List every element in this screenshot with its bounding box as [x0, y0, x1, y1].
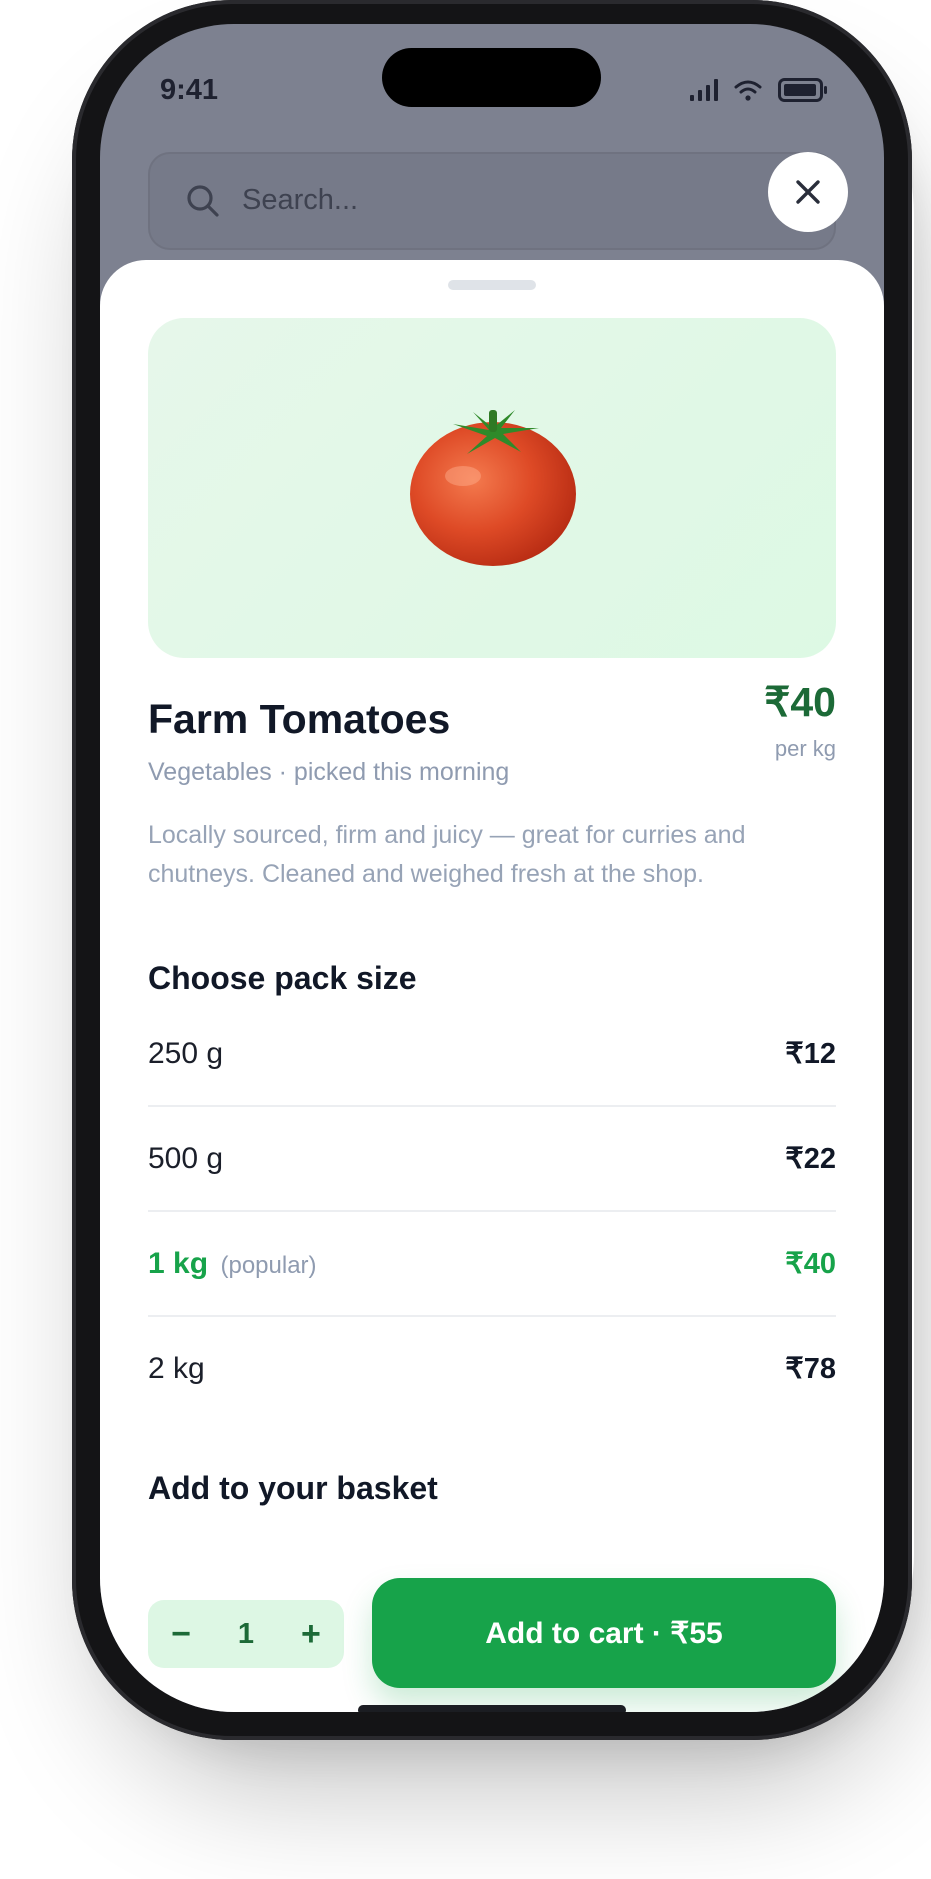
close-icon [796, 180, 820, 204]
tomato-image [410, 410, 576, 566]
pack-label: 500 g [148, 1141, 224, 1175]
pack-size-heading: Choose pack size [148, 960, 417, 996]
increment-button[interactable]: + [278, 1615, 344, 1654]
product-description: Locally sourced, firm and juicy — great … [148, 821, 746, 888]
basket-heading: Add to your basket [148, 1470, 438, 1506]
battery-icon [778, 78, 827, 102]
pack-price: ₹12 [785, 1038, 836, 1070]
pack-size-list: 250 g ₹12 500 g ₹22 1 kg (popular) ₹40 2… [148, 1002, 836, 1420]
pack-option-250g[interactable]: 250 g ₹12 [148, 1002, 836, 1107]
pack-label: 2 kg [148, 1351, 205, 1385]
product-title: Farm Tomatoes [148, 696, 451, 742]
wifi-icon [734, 80, 762, 101]
pack-price: ₹40 [785, 1248, 836, 1280]
pack-option-2kg[interactable]: 2 kg ₹78 [148, 1317, 836, 1420]
popular-tag: (popular) [220, 1251, 317, 1279]
phone-screen: 9:41 Search... Farm Tomatoes Vegetables … [100, 24, 884, 1712]
signal-icon [690, 79, 718, 101]
status-icons [690, 78, 828, 102]
product-sheet: Farm Tomatoes Vegetables · picked this m… [100, 260, 884, 1712]
search-bar[interactable] [148, 152, 836, 250]
pack-option-1kg[interactable]: 1 kg (popular) ₹40 [148, 1212, 836, 1317]
add-to-cart-button[interactable]: Add to cart · ₹55 [372, 1578, 836, 1688]
price-unit: per kg [774, 736, 836, 761]
close-button[interactable] [768, 152, 848, 232]
pack-option-500g[interactable]: 500 g ₹22 [148, 1107, 836, 1212]
home-indicator [358, 1705, 626, 1712]
sheet-grabber[interactable] [448, 280, 536, 290]
pack-price: ₹78 [785, 1353, 836, 1385]
quantity-value: 1 [237, 1617, 255, 1650]
pack-price: ₹22 [785, 1143, 836, 1175]
search-icon [187, 185, 219, 217]
pack-label: 1 kg [148, 1246, 209, 1280]
pack-label: 250 g [148, 1036, 224, 1070]
decrement-button[interactable]: − [148, 1615, 214, 1654]
pack-label-group: 1 kg (popular) [148, 1247, 317, 1281]
dynamic-island [382, 48, 601, 107]
search-input[interactable] [240, 174, 724, 226]
quantity-stepper: − 1 + [148, 1600, 344, 1668]
status-time: 9:41 [160, 74, 219, 106]
product-image-card [148, 318, 836, 658]
product-price: ₹40 [764, 679, 836, 725]
product-subtitle: Vegetables · picked this morning [148, 758, 510, 786]
